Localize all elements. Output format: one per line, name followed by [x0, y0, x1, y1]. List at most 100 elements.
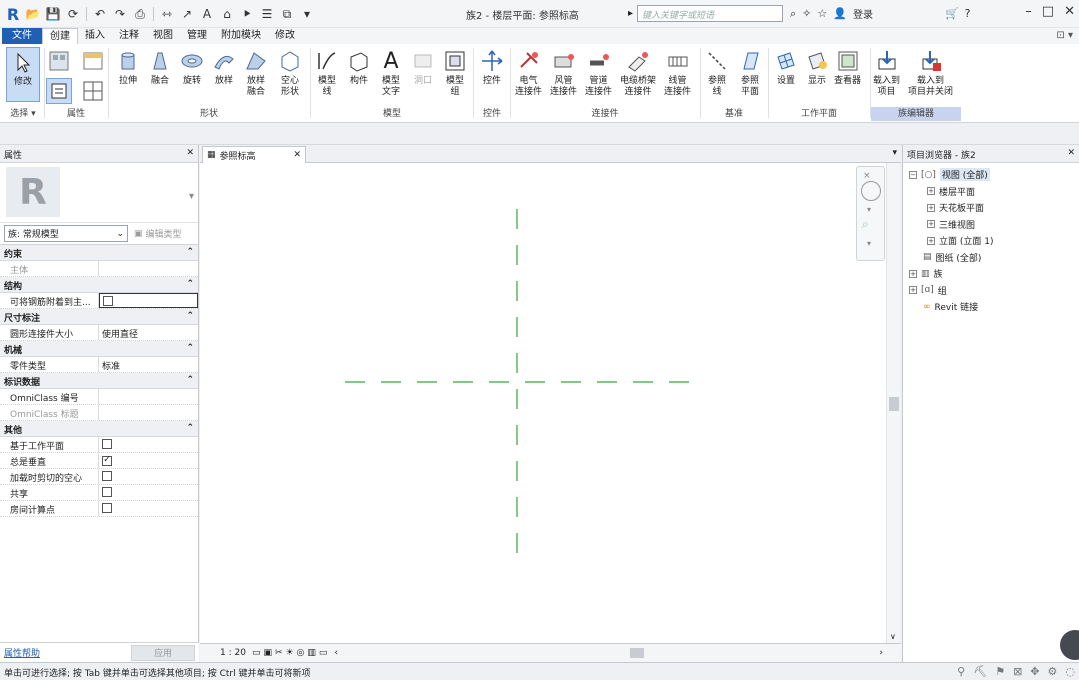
modify-button[interactable]: 修改	[6, 47, 40, 102]
tree-item[interactable]: ▤ 图纸 (全部)	[909, 250, 981, 265]
extrusion-button[interactable]: 拉伸	[115, 48, 141, 87]
wheel-dropdown-icon[interactable]: ▾	[867, 205, 871, 214]
open-icon[interactable]: 📂	[24, 5, 42, 23]
load-and-close-button[interactable]: 载入到 项目并关闭	[908, 48, 953, 98]
login-link[interactable]: 登录	[853, 6, 873, 21]
drawing-canvas[interactable]	[200, 163, 886, 643]
tree-item[interactable]: + 天花板平面	[927, 200, 984, 215]
property-value[interactable]	[99, 469, 198, 484]
apply-button[interactable]: 应用	[131, 644, 195, 661]
collapse-icon[interactable]: ⌃	[186, 375, 194, 386]
drag-elements-icon[interactable]: ✥	[1030, 665, 1039, 678]
expand-icon[interactable]: +	[909, 269, 917, 278]
subscription-icon[interactable]: ✧	[802, 7, 811, 20]
tab-addins[interactable]: 附加模块	[214, 28, 268, 44]
search-input[interactable]: 键入关键字或短语	[637, 5, 784, 22]
properties-help-link[interactable]: 属性帮助	[4, 646, 40, 659]
filter-icon[interactable]: ⚙	[1048, 665, 1058, 678]
tab-manage[interactable]: 管理	[180, 28, 214, 44]
sweep-button[interactable]: 放样	[211, 48, 237, 87]
tree-item[interactable]: + 三维视图	[927, 217, 975, 232]
select-underlay-icon[interactable]: ⛏	[973, 665, 987, 678]
steering-wheel-icon[interactable]	[861, 181, 881, 201]
void-forms-button[interactable]: 空心 形状	[277, 48, 303, 98]
text-icon[interactable]: A	[198, 5, 216, 23]
set-workplane-button[interactable]: 设置	[773, 48, 799, 87]
cable-tray-connector-button[interactable]: 电缆桥架 连接件	[620, 48, 656, 98]
revolve-button[interactable]: 旋转	[179, 48, 205, 87]
family-types-button[interactable]	[80, 48, 106, 76]
tree-item[interactable]: ∞ Revit 链接	[909, 299, 978, 314]
tab-annotate[interactable]: 注释	[112, 28, 146, 44]
measure-icon[interactable]: ⇿	[158, 5, 176, 23]
pipe-connector-button[interactable]: 管道 连接件	[585, 48, 612, 98]
search-arrow-icon[interactable]: ▸	[628, 8, 633, 19]
conduit-connector-button[interactable]: 线管 连接件	[664, 48, 691, 98]
sync-icon[interactable]: ⟳	[64, 5, 82, 23]
property-value[interactable]	[99, 389, 198, 404]
control-button[interactable]: 控件	[479, 48, 505, 87]
3d-view-icon[interactable]: ⌂	[218, 5, 236, 23]
property-group-header[interactable]: 约束 ⌃	[0, 245, 198, 261]
tab-file[interactable]: 文件	[2, 28, 42, 44]
model-text-button[interactable]: A 模型 文字	[378, 48, 404, 98]
family-category-button[interactable]	[46, 48, 72, 76]
expand-icon[interactable]: +	[909, 286, 917, 294]
tree-item[interactable]: + 楼层平面	[927, 184, 975, 199]
property-value[interactable]: 使用直径	[99, 325, 198, 340]
collapse-icon[interactable]: −	[909, 170, 917, 179]
show-workplane-button[interactable]: 显示	[804, 48, 830, 87]
project-browser-close-icon[interactable]: ✕	[1067, 148, 1075, 159]
vertical-scroll-thumb[interactable]	[889, 397, 899, 411]
property-checkbox[interactable]	[102, 439, 112, 449]
close-icon[interactable]: ✕	[1064, 4, 1075, 19]
vertical-scrollbar[interactable]: ∨	[886, 163, 900, 643]
tab-menu-icon[interactable]: ▾	[892, 148, 897, 158]
property-value[interactable]: 标准	[99, 357, 198, 372]
property-checkbox[interactable]: ✓	[102, 455, 112, 466]
load-into-project-button[interactable]: 载入到 项目	[873, 48, 900, 98]
minimize-icon[interactable]: –	[1025, 4, 1032, 19]
section-icon[interactable]: ⯈	[238, 5, 256, 23]
property-group-header[interactable]: 结构 ⌃	[0, 277, 198, 293]
tree-item[interactable]: + [ɑ] 组	[909, 283, 947, 298]
property-group-header[interactable]: 标识数据 ⌃	[0, 373, 198, 389]
revit-logo-icon[interactable]: R	[4, 5, 22, 24]
switch-windows-icon[interactable]: ⧉	[278, 5, 296, 23]
edit-type-button[interactable]: ▣ 编辑类型	[134, 227, 182, 241]
select-panel-label[interactable]: 选择 ▾	[2, 107, 44, 121]
select-links-icon[interactable]: ⚲	[957, 665, 965, 678]
view-scale[interactable]: 1 : 20	[200, 648, 252, 658]
model-line-button[interactable]: 模型 线	[314, 48, 340, 98]
expand-icon[interactable]: +	[927, 236, 935, 245]
scroll-left-icon[interactable]: ‹	[334, 648, 338, 658]
expand-icon[interactable]: +	[927, 203, 935, 212]
dimension-icon[interactable]: ↗	[178, 5, 196, 23]
property-checkbox[interactable]	[102, 503, 112, 513]
collapse-icon[interactable]: ⌃	[186, 423, 194, 434]
property-value[interactable]	[99, 485, 198, 500]
tree-item[interactable]: − [○] 视图 (全部)	[909, 167, 990, 182]
expand-icon[interactable]: +	[927, 220, 935, 228]
view-control-icons[interactable]: ▭▣✂☀◎▥▭	[252, 648, 330, 658]
duct-connector-button[interactable]: 风管 连接件	[550, 48, 577, 98]
collapse-icon[interactable]: ⌃	[186, 343, 194, 354]
scroll-right-icon[interactable]: ›	[879, 648, 901, 658]
electrical-connector-button[interactable]: 电气 连接件	[515, 48, 542, 98]
collapse-icon[interactable]: ⌃	[186, 311, 194, 322]
tree-item[interactable]: + 立面 (立面 1)	[927, 233, 993, 248]
tab-modify[interactable]: 修改	[268, 28, 302, 44]
undo-icon[interactable]: ↶	[91, 5, 109, 23]
property-checkbox[interactable]	[102, 487, 112, 497]
property-value[interactable]	[99, 261, 198, 276]
properties-button[interactable]	[46, 78, 72, 106]
property-value[interactable]	[99, 293, 198, 308]
save-icon[interactable]: 💾	[44, 5, 62, 23]
scroll-down-icon[interactable]: ∨	[890, 632, 896, 641]
property-group-header[interactable]: 机械 ⌃	[0, 341, 198, 357]
tree-item[interactable]: + ▥ 族	[909, 266, 943, 281]
property-value[interactable]	[99, 437, 198, 452]
print-icon[interactable]: ⎙	[131, 5, 149, 23]
viewer-button[interactable]: 查看器	[834, 48, 861, 87]
reference-plane-button[interactable]: 参照 平面	[737, 48, 763, 98]
